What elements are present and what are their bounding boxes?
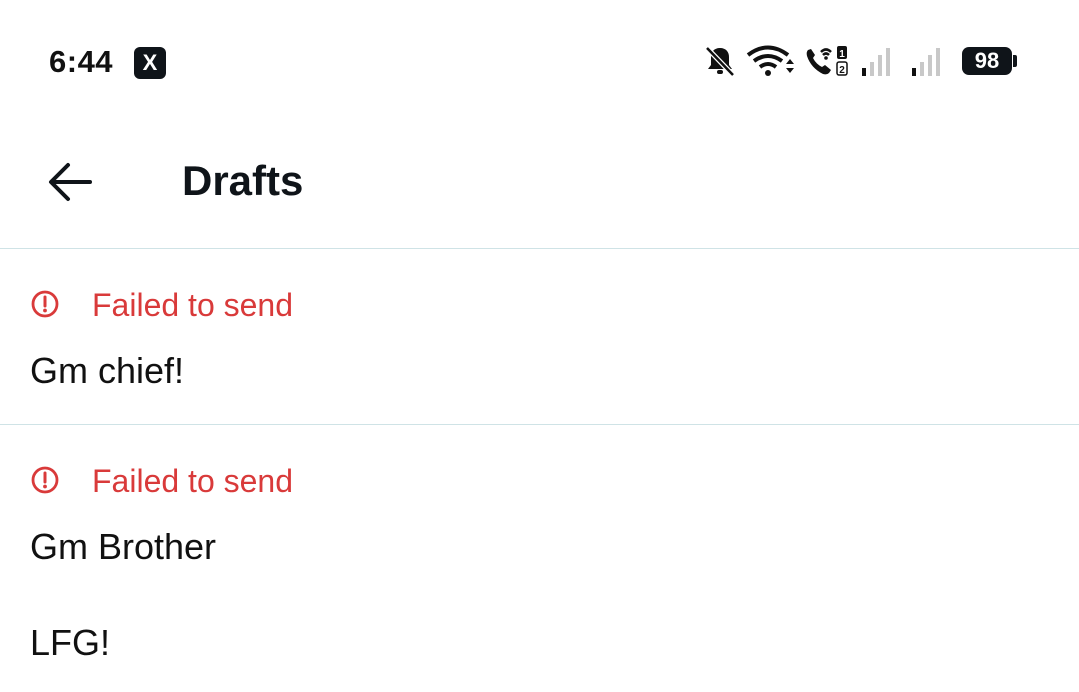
draft-text: LFG! [30,622,111,663]
x-app-notification-icon: X [134,47,166,79]
draft-text: Gm chief! [30,350,185,391]
wifi-calling-icon: 1 2 [806,46,848,76]
wifi-icon [746,45,794,76]
app-header: Drafts [0,120,1079,249]
error-label: Failed to send [92,287,294,323]
draft-item[interactable]: Failed to send Gm chief! [0,249,1079,425]
battery-tip [1013,55,1017,67]
arrow-left-icon [49,163,92,201]
status-time: 6:44 [49,44,114,79]
alert-circle-icon [31,290,59,318]
status-bar: 6:44 X 1 2 98 [0,0,1079,120]
back-button[interactable] [38,150,102,214]
bell-muted-icon [705,46,735,77]
signal-sim1-icon [862,48,890,76]
svg-text:2: 2 [839,65,845,76]
alert-circle-icon [31,466,59,494]
signal-sim2-icon [912,48,940,76]
page-title: Drafts [182,157,304,204]
draft-text: Gm Brother [30,526,217,567]
svg-text:1: 1 [839,49,845,60]
battery-icon: 98 [962,47,1012,75]
error-label: Failed to send [92,463,294,499]
draft-item[interactable]: Failed to send Gm Brother LFG! [0,425,1079,692]
